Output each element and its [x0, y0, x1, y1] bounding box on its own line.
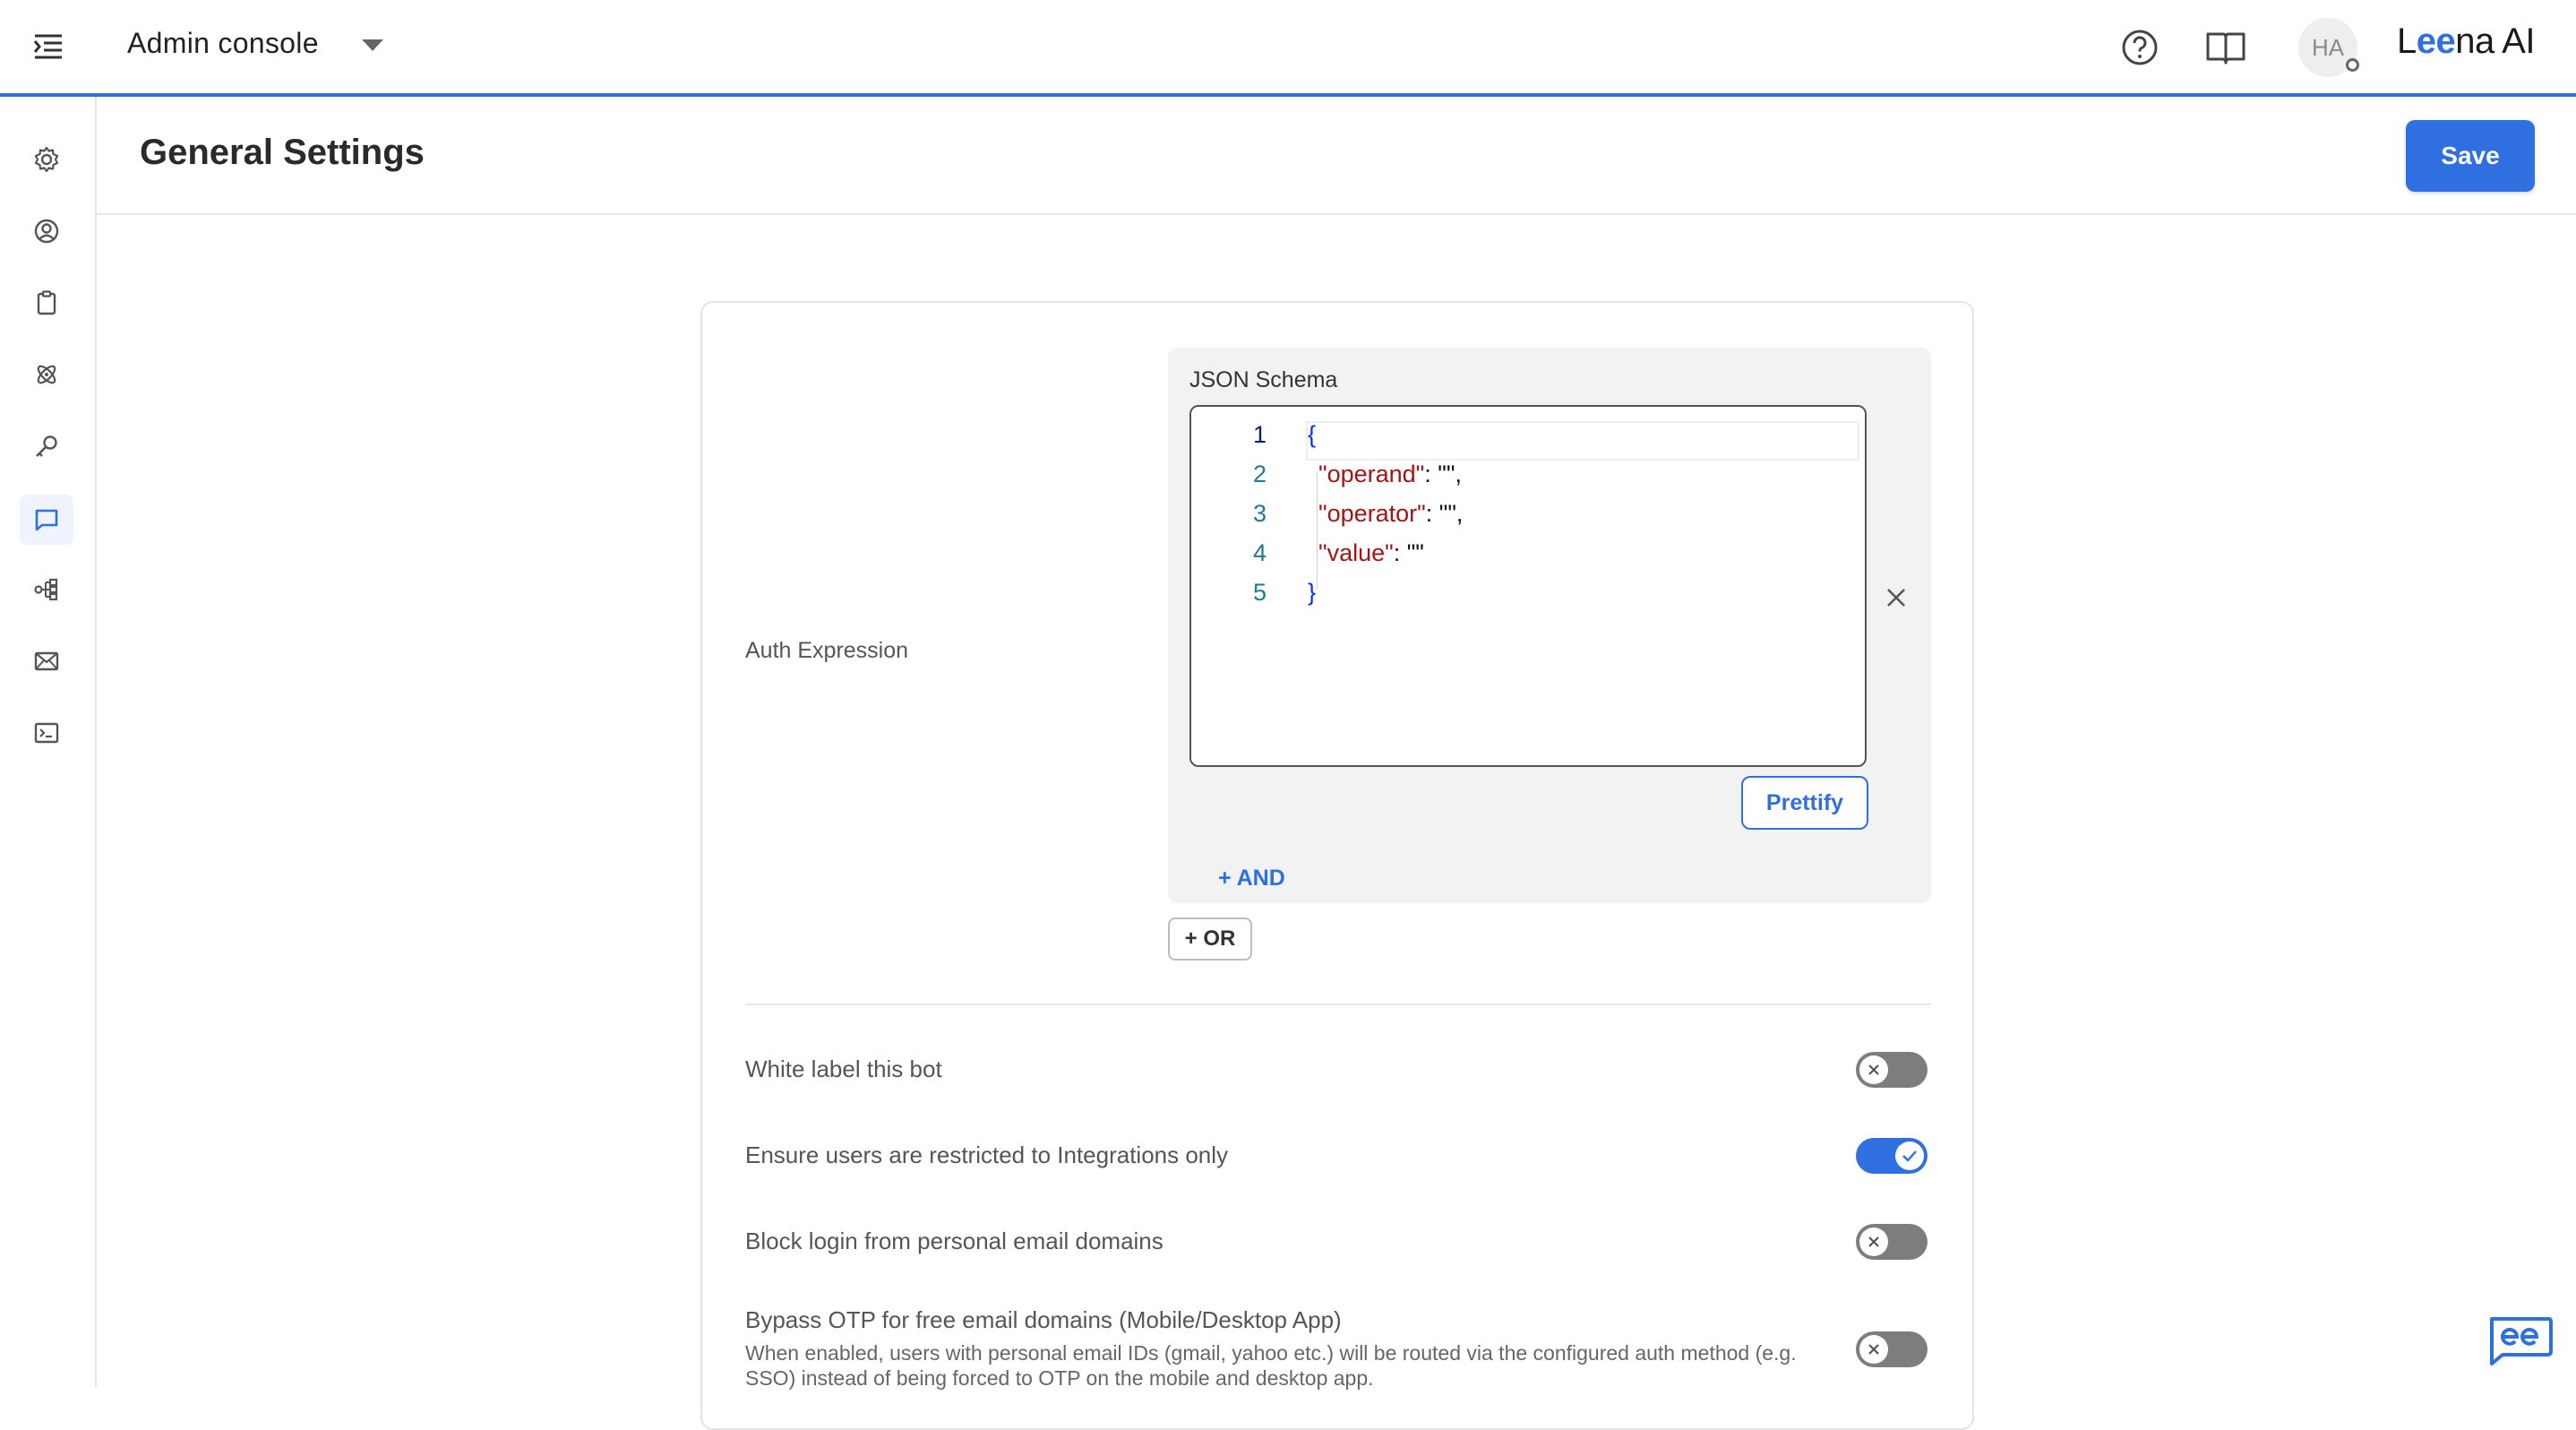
user-circle-icon	[34, 219, 59, 244]
setting-label-block-personal-email: Block login from personal email domains	[745, 1228, 1163, 1254]
code-line: 5 }	[1191, 573, 1865, 613]
sidebar-item-users[interactable]	[20, 206, 73, 256]
setting-description-bypass-otp: When enabled, users with personal email …	[745, 1341, 1797, 1390]
status-indicator	[2346, 58, 2359, 72]
chat-launcher-icon[interactable]	[2486, 1314, 2555, 1367]
json-value: : ""	[1393, 539, 1424, 566]
menu-collapse-icon[interactable]	[30, 29, 66, 65]
line-number: 5	[1252, 579, 1267, 606]
add-and-condition-button[interactable]: + AND	[1218, 866, 1285, 892]
atom-icon	[37, 365, 56, 384]
gear-icon	[34, 146, 59, 173]
json-key: "operand"	[1318, 461, 1425, 487]
code-text: "value": ""	[1318, 539, 1424, 567]
json-schema-panel: JSON Schema 1 { 2 "operand": "", 3 "oper…	[1168, 348, 1931, 903]
code-line: 2 "operand": "",	[1191, 455, 1865, 495]
json-value: : "",	[1424, 461, 1462, 487]
close-icon	[1868, 1344, 1879, 1355]
json-key: "value"	[1318, 539, 1394, 566]
line-number: 2	[1252, 461, 1267, 487]
sidebar-item-keys[interactable]	[20, 421, 73, 471]
json-value: : "",	[1425, 500, 1464, 527]
avatar-initials: HA	[2311, 33, 2345, 61]
settings-card: Auth Expression JSON Schema 1 { 2 "opera…	[700, 301, 1974, 1430]
terminal-icon	[34, 722, 59, 744]
page-title: General Settings	[140, 133, 425, 172]
add-or-condition-button[interactable]: + OR	[1168, 917, 1252, 961]
check-icon	[1902, 1150, 1917, 1162]
book-icon[interactable]	[2205, 27, 2246, 68]
prettify-button[interactable]: Prettify	[1741, 776, 1868, 830]
page-header: General Settings Save	[97, 97, 2576, 215]
help-icon[interactable]	[2119, 27, 2160, 68]
save-button[interactable]: Save	[2406, 120, 2535, 192]
toggle-knob	[1895, 1141, 1924, 1170]
sidebar-item-clipboard[interactable]	[20, 278, 73, 328]
sidebar-item-integrations[interactable]	[20, 349, 73, 400]
logo-text-prefix: L	[2397, 22, 2417, 61]
avatar[interactable]: HA	[2298, 18, 2359, 77]
toggle-white-label[interactable]	[1856, 1052, 1928, 1088]
close-icon	[1868, 1064, 1879, 1075]
code-text: }	[1308, 579, 1317, 606]
chevron-down-icon[interactable]	[362, 39, 383, 51]
setting-label-bypass-otp: Bypass OTP for free email domains (Mobil…	[745, 1306, 1342, 1333]
sidebar	[0, 97, 97, 1387]
json-code-editor[interactable]: 1 { 2 "operand": "", 3 "operator": "", 4…	[1189, 405, 1867, 767]
flow-icon	[34, 578, 58, 601]
setting-label-restrict-integrations: Ensure users are restricted to Integrati…	[745, 1141, 1229, 1168]
toggle-restrict-integrations[interactable]	[1856, 1138, 1928, 1174]
sidebar-item-settings[interactable]	[20, 134, 73, 185]
sidebar-item-workflows[interactable]	[20, 564, 73, 615]
code-line: 1 {	[1191, 416, 1865, 455]
mail-icon	[34, 651, 59, 671]
code-text: {	[1308, 421, 1317, 448]
toggle-knob	[1859, 1335, 1888, 1364]
key-icon	[36, 435, 57, 457]
setting-label-white-label: White label this bot	[745, 1055, 942, 1082]
clipboard-icon	[37, 290, 56, 315]
toggle-bypass-otp[interactable]	[1856, 1331, 1928, 1367]
app-title[interactable]: Admin console	[127, 27, 319, 60]
code-line: 3 "operator": "",	[1191, 495, 1865, 534]
line-number: 1	[1252, 421, 1267, 448]
line-number: 3	[1252, 500, 1267, 527]
toggle-knob	[1859, 1055, 1888, 1084]
sidebar-item-console[interactable]	[20, 708, 73, 758]
toggle-block-personal-email[interactable]	[1856, 1224, 1928, 1260]
code-text: "operand": "",	[1318, 461, 1462, 488]
logo-text-suffix: na AI	[2455, 22, 2535, 61]
close-icon	[1868, 1236, 1879, 1247]
chat-icon	[35, 509, 58, 531]
json-schema-title: JSON Schema	[1189, 367, 1338, 392]
line-number: 4	[1252, 539, 1267, 566]
auth-expression-label: Auth Expression	[745, 638, 909, 663]
divider	[745, 1004, 1931, 1005]
logo-text-ee: ee	[2416, 22, 2456, 61]
close-icon[interactable]	[1879, 581, 1913, 615]
code-text: "operator": "",	[1318, 500, 1463, 528]
toggle-knob	[1859, 1228, 1888, 1256]
sidebar-item-email[interactable]	[20, 636, 73, 686]
json-key: "operator"	[1318, 500, 1426, 527]
top-bar: Admin console HA Leena AI	[0, 0, 2576, 97]
leena-ai-logo: Leena AI	[2397, 22, 2535, 62]
sidebar-item-chat[interactable]	[20, 495, 73, 545]
code-line: 4 "value": ""	[1191, 534, 1865, 573]
